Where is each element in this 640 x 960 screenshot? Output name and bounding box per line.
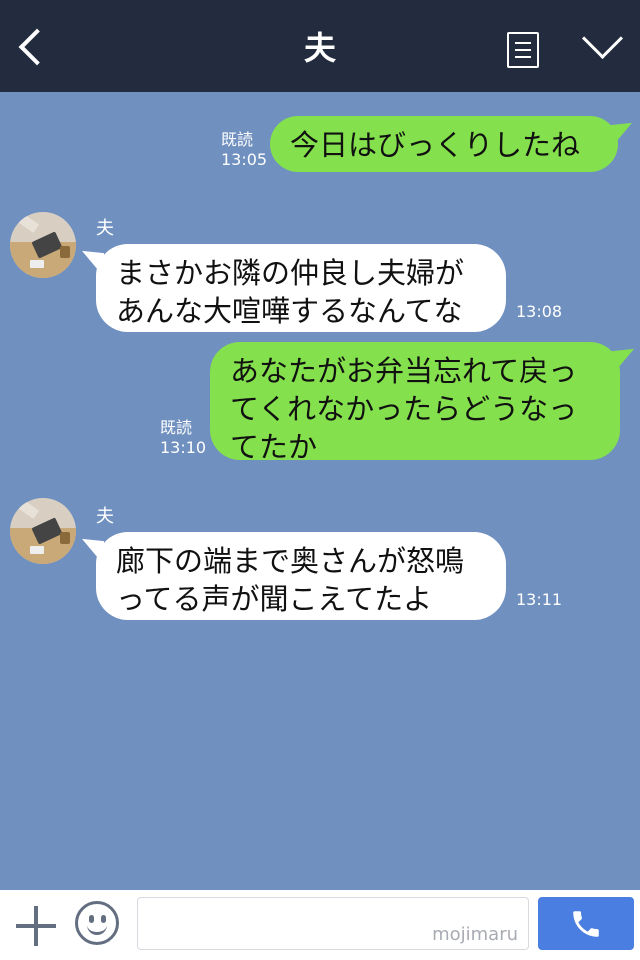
message-bubble-me[interactable]: あなたがお弁当忘れて戻っ てくれなかったらどうなっ てたか xyxy=(210,342,620,464)
message-bubble-them[interactable]: まさかお隣の仲良し夫婦が あんな大喧嘩するなんてな xyxy=(96,244,506,332)
sender-name: 夫 xyxy=(96,218,114,239)
message-input[interactable]: mojimaru xyxy=(137,897,529,950)
message-line: あなたがお弁当忘れて戻っ xyxy=(230,354,578,388)
read-receipt: 既読 13:05 xyxy=(221,130,268,169)
avatar[interactable] xyxy=(10,212,76,278)
read-receipt: 既読 13:10 xyxy=(160,418,207,457)
plus-icon[interactable] xyxy=(16,906,56,946)
message-line: ってる声が聞こえてたよ xyxy=(116,582,433,616)
message-bubble-me[interactable]: 今日はびっくりしたね xyxy=(270,116,618,172)
message-bubble-them[interactable]: 廊下の端まで奥さんが怒鳴 ってる声が聞こえてたよ xyxy=(96,532,506,620)
call-button[interactable] xyxy=(538,897,634,950)
message-line: てたか xyxy=(230,430,318,464)
chat-header: 夫 xyxy=(0,0,640,92)
message-line: あんな大喧嘩するなんてな xyxy=(116,294,463,328)
chat-title: 夫 xyxy=(303,29,336,67)
message-time: 13:11 xyxy=(516,590,563,609)
message-text: 今日はびっくりしたね xyxy=(290,128,581,162)
message-line: てくれなかったらどうなっ xyxy=(230,392,578,426)
emoji-icon[interactable] xyxy=(75,901,119,945)
message-time: 13:08 xyxy=(516,302,563,321)
sender-name: 夫 xyxy=(96,506,114,527)
avatar[interactable] xyxy=(10,498,76,564)
watermark: mojimaru xyxy=(432,924,518,945)
message-line: まさかお隣の仲良し夫婦が xyxy=(116,256,465,290)
message-line: 廊下の端まで奥さんが怒鳴 xyxy=(116,544,465,578)
chat-area[interactable]: 既読 13:05 今日はびっくりしたね 夫 まさかお隣の仲良し夫婦が あんな大喧… xyxy=(0,92,640,890)
input-bar: mojimaru xyxy=(0,890,640,960)
phone-icon xyxy=(573,911,599,937)
notes-icon[interactable] xyxy=(507,32,539,68)
